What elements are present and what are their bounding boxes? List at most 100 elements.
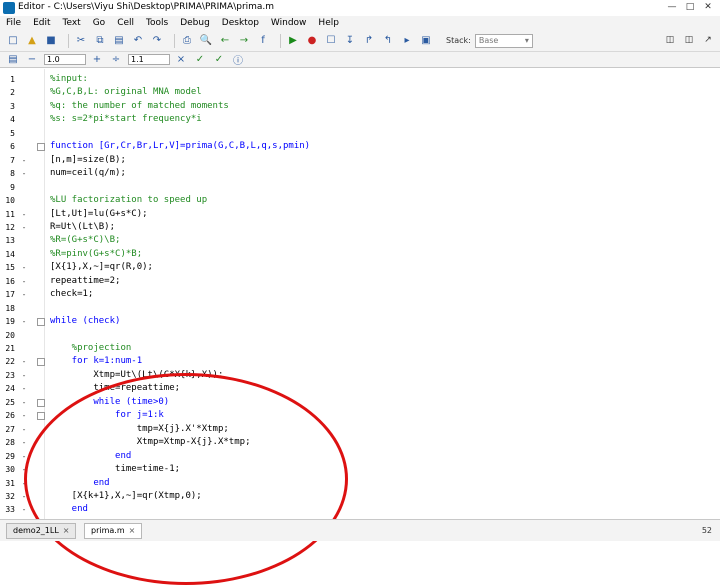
- clear-breakpoints-icon[interactable]: ☐: [324, 34, 338, 48]
- code-line[interactable]: 12- R=Ut\(Lt\B);: [0, 221, 720, 234]
- cell-eval-icon[interactable]: ▤: [6, 53, 20, 67]
- breakpoint-marker[interactable]: -: [19, 436, 29, 449]
- undock-icon[interactable]: ↗: [700, 34, 716, 46]
- save-icon[interactable]: ■: [44, 34, 58, 48]
- code-line[interactable]: 3 %q: the number of matched moments: [0, 100, 720, 113]
- cell-minus-icon[interactable]: −: [25, 53, 39, 67]
- menu-help[interactable]: Help: [312, 18, 345, 28]
- undo-icon[interactable]: ↶: [131, 34, 145, 48]
- breakpoint-marker[interactable]: -: [19, 167, 29, 180]
- breakpoint-marker[interactable]: -: [19, 275, 29, 288]
- cell-advance-icon[interactable]: ✓: [193, 53, 207, 67]
- back-arrow-icon[interactable]: ←: [218, 34, 232, 48]
- code-line[interactable]: 18: [0, 302, 720, 315]
- menu-text[interactable]: Text: [57, 18, 87, 28]
- cell-eval-advance-icon[interactable]: ✓: [212, 53, 226, 67]
- fold-toggle-icon[interactable]: [37, 143, 45, 152]
- code-line[interactable]: 2 %G,C,B,L: original MNA model: [0, 86, 720, 99]
- copy-icon[interactable]: ⧉: [93, 34, 107, 48]
- split-vertical-icon[interactable]: ◫: [662, 34, 678, 46]
- menu-desktop[interactable]: Desktop: [216, 18, 265, 28]
- cut-icon[interactable]: ✂: [74, 34, 88, 48]
- close-icon[interactable]: ✕: [700, 1, 716, 13]
- fold-toggle-icon[interactable]: [37, 398, 45, 407]
- breakpoint-marker[interactable]: -: [19, 423, 29, 436]
- forward-arrow-icon[interactable]: →: [237, 34, 251, 48]
- menu-edit[interactable]: Edit: [27, 18, 56, 28]
- split-horizontal-icon[interactable]: ◫: [681, 34, 697, 46]
- run-icon[interactable]: ▶: [286, 34, 300, 48]
- stack-dropdown[interactable]: Base ▾: [474, 33, 533, 48]
- cell-info-icon[interactable]: ⓘ: [231, 53, 245, 67]
- tab-demo2[interactable]: demo2_1LL ×: [6, 523, 77, 539]
- step-out-icon[interactable]: ↰: [381, 34, 395, 48]
- menu-file[interactable]: File: [0, 18, 27, 28]
- cell-decrement-value[interactable]: 1.0: [44, 54, 86, 65]
- code-line[interactable]: 15- [X{1},X,~]=qr(R,0);: [0, 261, 720, 274]
- breakpoint-marker[interactable]: -: [19, 208, 29, 221]
- breakpoint-marker[interactable]: -: [19, 261, 29, 274]
- open-folder-icon[interactable]: ▲: [25, 34, 39, 48]
- cell-increment-value[interactable]: 1.1: [128, 54, 170, 65]
- close-icon[interactable]: ×: [63, 526, 70, 535]
- divide-icon[interactable]: ÷: [109, 53, 123, 67]
- menu-window[interactable]: Window: [265, 18, 313, 28]
- find-icon[interactable]: 🔍: [199, 34, 213, 48]
- menu-tools[interactable]: Tools: [140, 18, 174, 28]
- code-text: %R=(G+s*C)\B;: [50, 235, 121, 246]
- breakpoint-marker[interactable]: -: [19, 396, 29, 409]
- function-icon[interactable]: f: [256, 34, 270, 48]
- fold-toggle-icon[interactable]: [37, 358, 45, 367]
- cell-x-icon[interactable]: ×: [174, 53, 188, 67]
- code-line[interactable]: 14 %R=pinv(G+s*C)*B;: [0, 248, 720, 261]
- minimize-icon[interactable]: —: [664, 1, 680, 13]
- code-line[interactable]: 1 %input:: [0, 73, 720, 86]
- step-in-icon[interactable]: ↱: [362, 34, 376, 48]
- code-line[interactable]: 20: [0, 329, 720, 342]
- menu-debug[interactable]: Debug: [174, 18, 216, 28]
- breakpoint-marker[interactable]: -: [19, 355, 29, 368]
- menu-go[interactable]: Go: [87, 18, 111, 28]
- breakpoint-marker[interactable]: -: [19, 315, 29, 328]
- matlab-logo-icon: [3, 2, 15, 14]
- cell-plus-icon[interactable]: +: [90, 53, 104, 67]
- redo-icon[interactable]: ↷: [150, 34, 164, 48]
- paste-icon[interactable]: ▤: [112, 34, 126, 48]
- breakpoint-icon[interactable]: ●: [305, 34, 319, 48]
- new-file-icon[interactable]: □: [6, 34, 20, 48]
- code-line[interactable]: 7- [n,m]=size(B);: [0, 154, 720, 167]
- breakpoint-marker[interactable]: -: [19, 369, 29, 382]
- fold-toggle-icon[interactable]: [37, 412, 45, 421]
- close-icon[interactable]: ×: [129, 526, 136, 535]
- breakpoint-marker[interactable]: -: [19, 288, 29, 301]
- code-line[interactable]: 16- repeattime=2;: [0, 275, 720, 288]
- breakpoint-marker[interactable]: -: [19, 503, 29, 516]
- code-line[interactable]: 8- num=ceil(q/m);: [0, 167, 720, 180]
- menu-cell[interactable]: Cell: [111, 18, 140, 28]
- code-line[interactable]: 5: [0, 127, 720, 140]
- maximize-icon[interactable]: □: [682, 1, 698, 13]
- fold-toggle-icon[interactable]: [37, 318, 45, 327]
- code-line[interactable]: 13 %R=(G+s*C)\B;: [0, 234, 720, 247]
- breakpoint-marker[interactable]: -: [19, 221, 29, 234]
- code-line[interactable]: 23- Xtmp=Ut\(Lt\(C*X{k},X));: [0, 369, 720, 382]
- breakpoint-marker[interactable]: -: [19, 154, 29, 167]
- code-line[interactable]: 6 function [Gr,Cr,Br,Lr,V]=prima(G,C,B,L,…: [0, 140, 720, 153]
- print-icon[interactable]: ⎙: [180, 34, 194, 48]
- code-line[interactable]: 17- check=1;: [0, 288, 720, 301]
- breakpoint-marker[interactable]: -: [19, 409, 29, 422]
- window-controls: — □ ✕: [664, 1, 716, 13]
- code-line[interactable]: 9: [0, 181, 720, 194]
- step-icon[interactable]: ↧: [343, 34, 357, 48]
- exit-debug-icon[interactable]: ▣: [419, 34, 433, 48]
- code-line[interactable]: 22- for k=1:num-1: [0, 355, 720, 368]
- code-line[interactable]: 21 %projection: [0, 342, 720, 355]
- code-line[interactable]: 19- while (check): [0, 315, 720, 328]
- continue-icon[interactable]: ▸: [400, 34, 414, 48]
- code-line[interactable]: 10 %LU factorization to speed up: [0, 194, 720, 207]
- code-line[interactable]: 11- [Lt,Ut]=lu(G+s*C);: [0, 208, 720, 221]
- breakpoint-marker[interactable]: -: [19, 382, 29, 395]
- code-editor[interactable]: 1 %input: 2 %G,C,B,L: original MNA model 3 %q…: [0, 69, 720, 585]
- code-line[interactable]: 4 %s: s=2*pi*start frequency*i: [0, 113, 720, 126]
- tab-prima[interactable]: prima.m ×: [84, 523, 143, 539]
